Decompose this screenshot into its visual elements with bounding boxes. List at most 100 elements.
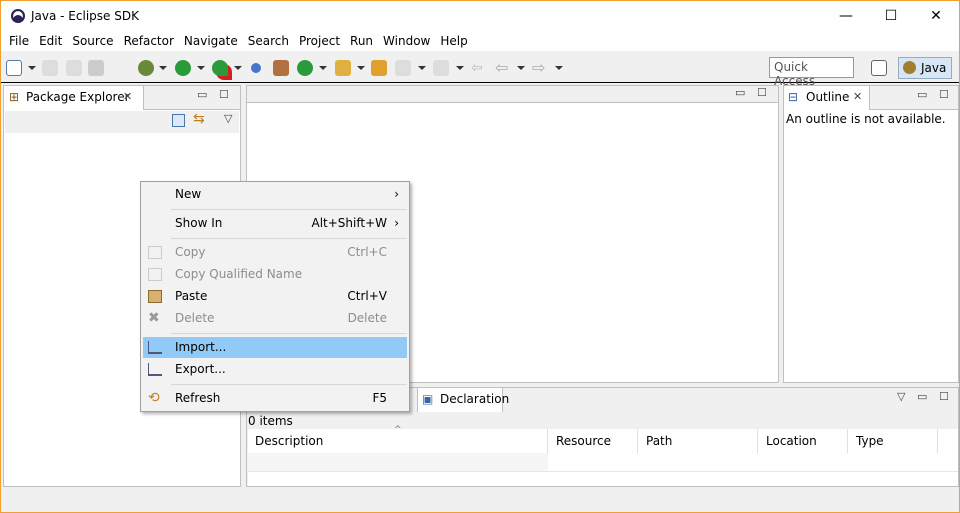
view-menu-icon[interactable]: ▽: [224, 112, 232, 125]
minimize-view-icon[interactable]: ▭: [917, 390, 927, 403]
menu-item-new[interactable]: New ›: [143, 184, 407, 205]
title-bar: Java - Eclipse SDK — ☐ ✕: [1, 1, 959, 31]
menu-search[interactable]: Search: [248, 31, 289, 51]
next-annotation-icon[interactable]: [395, 60, 411, 76]
menu-item-import[interactable]: Import...: [143, 337, 407, 358]
import-icon: [148, 341, 162, 354]
tab-label: Declaration: [440, 392, 510, 406]
new-dropdown-icon[interactable]: [28, 66, 36, 70]
save-icon[interactable]: [42, 60, 58, 76]
debug-icon[interactable]: [138, 60, 154, 76]
minimize-view-icon[interactable]: ▭: [917, 88, 927, 101]
external-tools-dropdown-icon[interactable]: [234, 66, 242, 70]
minimize-editor-icon[interactable]: ▭: [735, 86, 745, 99]
menu-help[interactable]: Help: [440, 31, 467, 51]
column-location[interactable]: Location: [758, 429, 848, 453]
maximize-button[interactable]: ☐: [868, 1, 914, 31]
quick-access-input[interactable]: Quick Access: [769, 57, 854, 88]
menu-refactor[interactable]: Refactor: [124, 31, 174, 51]
submenu-arrow-icon: ›: [394, 216, 399, 230]
skip-breakpoints-icon[interactable]: [251, 63, 261, 73]
previous-annotation-icon[interactable]: [433, 60, 449, 76]
maximize-editor-icon[interactable]: ☐: [757, 86, 767, 99]
open-perspective-icon[interactable]: [871, 60, 887, 76]
menu-navigate[interactable]: Navigate: [184, 31, 238, 51]
view-menu-icon[interactable]: ▽: [897, 390, 905, 403]
open-type-icon[interactable]: [371, 60, 387, 76]
export-icon: [148, 363, 162, 376]
tab-declaration[interactable]: ▣ Declaration: [417, 388, 509, 412]
menu-item-delete[interactable]: ✖ Delete Delete: [143, 308, 407, 329]
context-menu: New › Show In Alt+Shift+W › Copy Ctrl+C Copy…: [140, 181, 410, 412]
column-type[interactable]: Type: [848, 429, 938, 453]
previous-annotation-dropdown-icon[interactable]: [456, 66, 464, 70]
menu-bar: File Edit Source Refactor Navigate Searc…: [1, 31, 959, 51]
menu-run[interactable]: Run: [350, 31, 373, 51]
debug-dropdown-icon[interactable]: [159, 66, 167, 70]
new-class-icon[interactable]: [297, 60, 313, 76]
sort-ascending-icon: ^: [394, 425, 402, 435]
edit-dropdown-icon[interactable]: [357, 66, 365, 70]
run-icon[interactable]: [175, 60, 191, 76]
back-dropdown-icon[interactable]: [517, 66, 525, 70]
forward-dropdown-icon[interactable]: [555, 66, 563, 70]
java-perspective-label: Java: [921, 61, 947, 75]
outline-panel: ⊟ Outline ✕ ▭ ☐ An outline is not availa…: [783, 85, 959, 383]
minimize-view-icon[interactable]: ▭: [197, 88, 207, 101]
column-path[interactable]: Path: [638, 429, 758, 453]
menu-item-copy-qualified-name[interactable]: Copy Qualified Name: [143, 264, 407, 285]
close-tab-icon[interactable]: ✕: [123, 86, 132, 108]
menu-item-show-in[interactable]: Show In Alt+Shift+W ›: [143, 213, 407, 234]
collapse-all-icon[interactable]: [172, 114, 185, 127]
next-annotation-dropdown-icon[interactable]: [418, 66, 426, 70]
external-tools-icon[interactable]: [212, 60, 228, 76]
new-class-dropdown-icon[interactable]: [319, 66, 327, 70]
eclipse-window: Java - Eclipse SDK — ☐ ✕ File Edit Sourc…: [0, 0, 960, 513]
refresh-icon: ⟲: [148, 390, 160, 406]
menu-project[interactable]: Project: [299, 31, 340, 51]
menu-file[interactable]: File: [9, 31, 29, 51]
eclipse-logo-icon: [11, 9, 25, 23]
submenu-arrow-icon: ›: [394, 187, 399, 201]
maximize-view-icon[interactable]: ☐: [219, 88, 229, 101]
maximize-view-icon[interactable]: ☐: [939, 390, 949, 403]
forward-icon[interactable]: ⇨: [532, 60, 548, 76]
copy-icon: [148, 246, 162, 259]
menu-source[interactable]: Source: [72, 31, 113, 51]
copy-qualified-name-icon: [148, 268, 162, 281]
tab-outline[interactable]: ⊟ Outline ✕: [784, 86, 870, 110]
outline-icon: ⊟: [788, 90, 799, 104]
menu-edit[interactable]: Edit: [39, 31, 62, 51]
outline-message: An outline is not available.: [786, 112, 946, 126]
maximize-view-icon[interactable]: ☐: [939, 88, 949, 101]
delete-icon: ✖: [148, 310, 160, 326]
back-icon[interactable]: ⇦: [495, 60, 511, 76]
java-perspective-button[interactable]: Java: [898, 57, 952, 79]
new-package-icon[interactable]: [273, 60, 289, 76]
run-dropdown-icon[interactable]: [197, 66, 205, 70]
tab-label: Package Explorer: [26, 90, 130, 104]
menu-item-paste[interactable]: Paste Ctrl+V: [143, 286, 407, 307]
menu-item-copy[interactable]: Copy Ctrl+C: [143, 242, 407, 263]
items-count: 0 items: [248, 414, 293, 428]
last-edit-icon[interactable]: ⇦: [471, 60, 487, 76]
print-icon[interactable]: [88, 60, 104, 76]
close-tab-icon[interactable]: ✕: [853, 86, 862, 108]
menu-item-export[interactable]: Export...: [143, 359, 407, 380]
tab-package-explorer[interactable]: ⊞ Package Explorer ✕: [4, 86, 144, 110]
menu-window[interactable]: Window: [383, 31, 430, 51]
column-resource[interactable]: Resource: [548, 429, 638, 453]
edit-icon[interactable]: [335, 60, 351, 76]
declaration-icon: ▣: [422, 392, 434, 406]
paste-icon: [148, 290, 162, 303]
package-explorer-icon: ⊞: [9, 90, 20, 104]
java-perspective-icon: [903, 61, 916, 74]
minimize-button[interactable]: —: [823, 1, 869, 31]
close-button[interactable]: ✕: [913, 1, 959, 31]
tab-label: Outline: [806, 90, 850, 104]
window-title: Java - Eclipse SDK: [31, 9, 139, 23]
save-all-icon[interactable]: [66, 60, 82, 76]
new-icon[interactable]: [6, 60, 22, 76]
menu-item-refresh[interactable]: ⟲ Refresh F5: [143, 388, 407, 409]
link-with-editor-icon[interactable]: ⇆: [193, 111, 205, 127]
